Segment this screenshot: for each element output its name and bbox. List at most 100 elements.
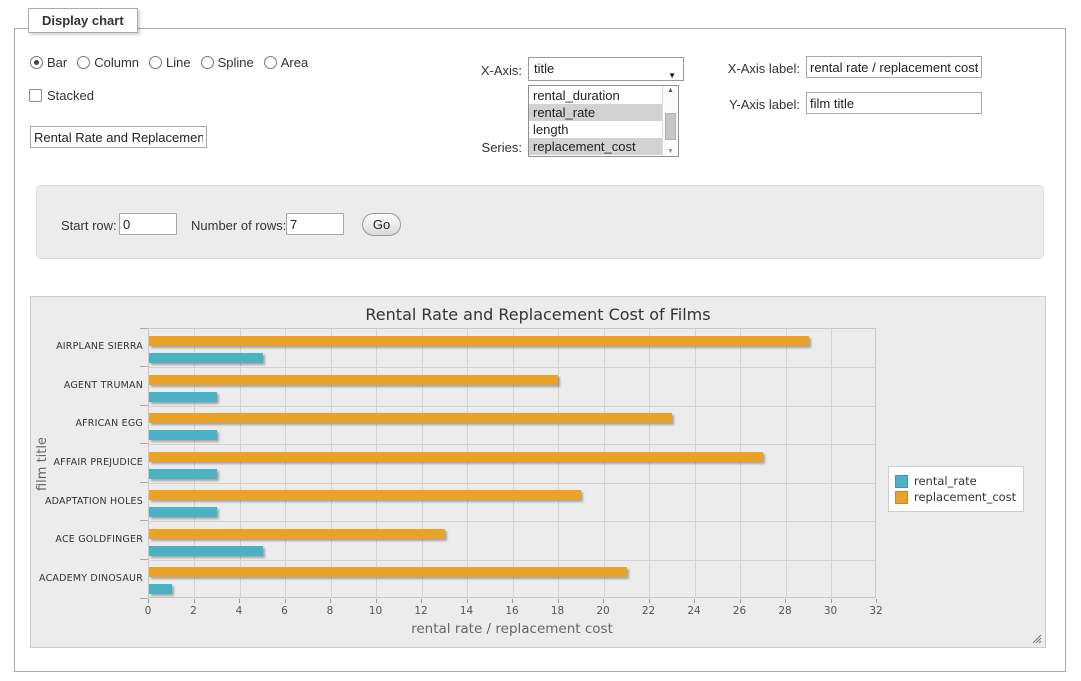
- x-axis-tick: [558, 599, 559, 603]
- bar-replacement_cost: [149, 529, 445, 539]
- bar-rental_rate: [149, 353, 263, 363]
- legend-item-rental-rate: rental_rate: [895, 474, 1016, 488]
- chart-title: Rental Rate and Replacement Cost of Film…: [31, 305, 1045, 324]
- scroll-up-icon[interactable]: ▲: [663, 87, 678, 94]
- gridline-vertical: [558, 329, 559, 597]
- x-tick-label: 2: [174, 605, 214, 617]
- x-axis-tick: [876, 599, 877, 603]
- resize-handle-icon[interactable]: [1031, 633, 1042, 644]
- page: Display chart Bar Column Line Spline Are…: [0, 0, 1081, 681]
- radio-spline[interactable]: Spline: [201, 55, 254, 70]
- x-axis-tick: [376, 599, 377, 603]
- y-axis-label-caption: Y-Axis label:: [660, 97, 800, 112]
- gridline-vertical: [467, 329, 468, 597]
- bar-rental_rate: [149, 469, 217, 479]
- y-axis-tick: [140, 366, 148, 367]
- y-axis-tick: [140, 405, 148, 406]
- bar-rental_rate: [149, 392, 217, 402]
- legend-label: replacement_cost: [914, 490, 1016, 504]
- radio-area-control[interactable]: [264, 56, 277, 69]
- x-tick-label: 6: [265, 605, 305, 617]
- radio-area[interactable]: Area: [264, 55, 308, 70]
- x-axis-label-input[interactable]: [806, 56, 982, 78]
- number-of-rows-input[interactable]: [286, 213, 344, 235]
- gridline-vertical: [831, 329, 832, 597]
- bar-rental_rate: [149, 546, 263, 556]
- x-axis-tick: [649, 599, 650, 603]
- gridline-vertical: [786, 329, 787, 597]
- x-tick-label: 16: [492, 605, 532, 617]
- series-option-replacement_cost[interactable]: replacement_cost: [529, 138, 662, 155]
- series-options: rental_durationrental_ratelengthreplacem…: [529, 87, 662, 155]
- gridline-horizontal: [149, 367, 875, 368]
- rental-rate-swatch-icon: [895, 475, 908, 488]
- x-tick-label: 24: [674, 605, 714, 617]
- y-axis-label-input[interactable]: [806, 92, 982, 114]
- bar-rental_rate: [149, 584, 172, 594]
- y-axis-tick: [140, 559, 148, 560]
- x-tick-label: 28: [765, 605, 805, 617]
- gridline-horizontal: [149, 406, 875, 407]
- bar-rental_rate: [149, 507, 217, 517]
- radio-bar-control[interactable]: [30, 56, 43, 69]
- radio-column-control[interactable]: [77, 56, 90, 69]
- bar-replacement_cost: [149, 452, 763, 462]
- scrollbar-thumb[interactable]: [665, 113, 676, 140]
- x-axis-tick: [330, 599, 331, 603]
- stacked-checkbox[interactable]: [29, 89, 42, 102]
- gridline-vertical: [376, 329, 377, 597]
- radio-line-label: Line: [166, 55, 191, 70]
- y-category-label: AFFAIR PREJUDICE: [33, 457, 143, 469]
- chart-title-input[interactable]: [30, 126, 207, 148]
- y-axis-tick: [140, 598, 148, 599]
- go-button[interactable]: Go: [362, 213, 401, 236]
- replacement-cost-swatch-icon: [895, 491, 908, 504]
- chart-legend: rental_rate replacement_cost: [888, 466, 1024, 512]
- x-tick-label: 0: [128, 605, 168, 617]
- series-option-length[interactable]: length: [529, 121, 662, 138]
- stacked-checkbox-row[interactable]: Stacked: [29, 88, 94, 103]
- x-axis-tick: [512, 599, 513, 603]
- radio-line-control[interactable]: [149, 56, 162, 69]
- row-range-group: Start row: Number of rows: Go: [36, 185, 1044, 259]
- gridline-vertical: [740, 329, 741, 597]
- series-listbox[interactable]: rental_durationrental_ratelengthreplacem…: [528, 85, 679, 157]
- gridline-vertical: [331, 329, 332, 597]
- y-category-label: AGENT TRUMAN: [33, 380, 143, 392]
- y-category-label: AFRICAN EGG: [33, 418, 143, 430]
- y-category-label: ACADEMY DINOSAUR: [33, 573, 143, 585]
- x-axis-tick: [831, 599, 832, 603]
- x-axis-tick: [239, 599, 240, 603]
- x-axis-tick: [148, 599, 149, 603]
- radio-column[interactable]: Column: [77, 55, 139, 70]
- bar-replacement_cost: [149, 413, 672, 423]
- x-axis-title: rental rate / replacement cost: [148, 621, 876, 637]
- x-tick-label: 20: [583, 605, 623, 617]
- y-axis-tick: [140, 482, 148, 483]
- radio-spline-control[interactable]: [201, 56, 214, 69]
- bar-replacement_cost: [149, 567, 627, 577]
- gridline-vertical: [513, 329, 514, 597]
- radio-line[interactable]: Line: [149, 55, 191, 70]
- gridline-vertical: [695, 329, 696, 597]
- legend-label: rental_rate: [914, 474, 977, 488]
- chart-type-radio-group: Bar Column Line Spline Area: [30, 55, 318, 70]
- x-axis-tick: [421, 599, 422, 603]
- scroll-down-icon[interactable]: ▼: [663, 148, 678, 155]
- radio-bar-label: Bar: [47, 55, 67, 70]
- series-option-rental_duration[interactable]: rental_duration: [529, 87, 662, 104]
- x-axis-label-caption: X-Axis label:: [660, 61, 800, 76]
- start-row-label: Start row:: [61, 218, 117, 233]
- x-axis-tick: [603, 599, 604, 603]
- start-row-input[interactable]: [119, 213, 177, 235]
- radio-area-label: Area: [281, 55, 308, 70]
- chart-container: Rental Rate and Replacement Cost of Film…: [30, 296, 1046, 648]
- gridline-vertical: [285, 329, 286, 597]
- y-axis-tick: [140, 328, 148, 329]
- series-option-rental_rate[interactable]: rental_rate: [529, 104, 662, 121]
- y-category-label: ADAPTATION HOLES: [33, 496, 143, 508]
- radio-bar[interactable]: Bar: [30, 55, 67, 70]
- x-axis-tick: [467, 599, 468, 603]
- x-tick-label: 32: [856, 605, 896, 617]
- number-of-rows-label: Number of rows:: [191, 218, 286, 233]
